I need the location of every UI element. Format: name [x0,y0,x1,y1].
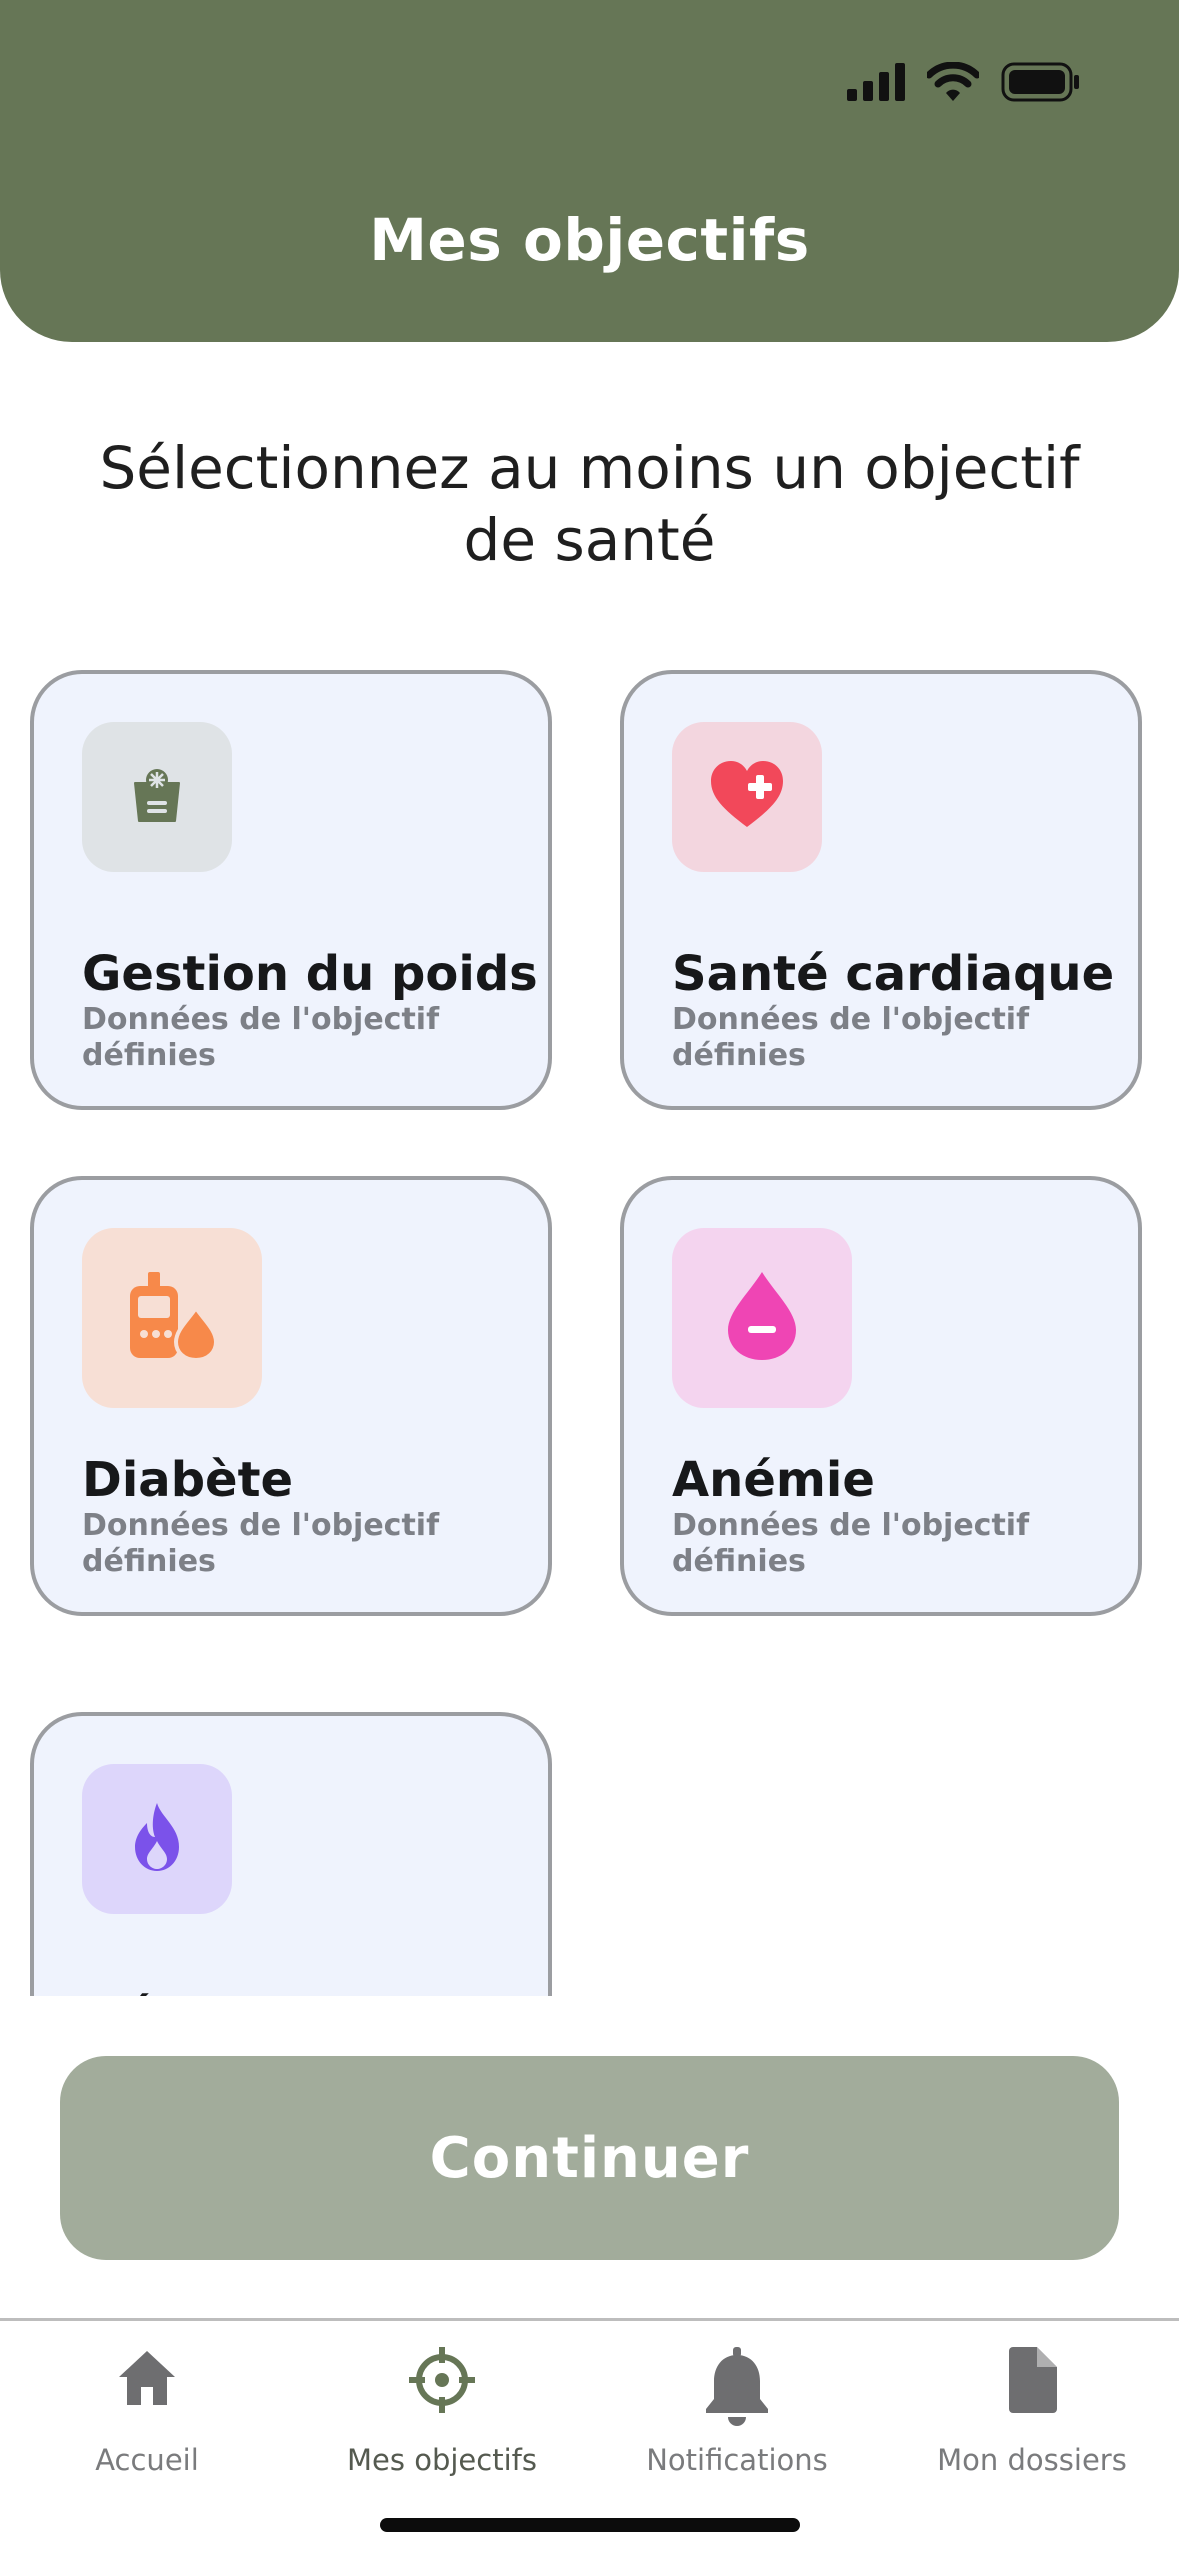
goal-icon-tile [82,1228,262,1408]
goal-card-weight[interactable]: Gestion du poids Données de l'objectif d… [30,670,552,1110]
header-bar: Mes objectifs [0,0,1179,342]
status-bar [847,61,1081,106]
goal-title: Diabète [82,1452,294,1508]
battery-icon [1001,62,1081,106]
goal-prompt: Sélectionnez au moins un objectif de san… [99,434,1080,574]
goal-icon-tile [82,722,232,872]
goal-icon-tile [672,1228,852,1408]
goal-card-anemia[interactable]: Anémie Données de l'objectif définies [620,1176,1142,1616]
nav-item-records[interactable]: Mon dossiers [885,2321,1179,2491]
nav-item-goals[interactable]: Mes objectifs [295,2321,589,2491]
goal-title: Anémie [672,1452,875,1508]
goal-subtitle: Données de l'objectif définies [82,1002,440,1073]
goal-icon-tile [82,1764,232,1914]
goal-title: Dépense [82,1988,317,1996]
signal-icon [847,63,905,105]
goals-list[interactable]: Gestion du poids Données de l'objectif d… [0,660,1179,1996]
goal-subtitle: Données de l'objectif définies [82,1508,440,1579]
bell-icon [590,2347,884,2427]
home-indicator [380,2518,800,2532]
home-icon [0,2347,294,2427]
page-title: Mes objectifs [369,206,810,274]
goal-card-heart[interactable]: Santé cardiaque Données de l'objectif dé… [620,670,1142,1110]
target-icon [295,2347,589,2427]
weight-scale-icon [125,763,189,831]
nav-item-home[interactable]: Accueil [0,2321,294,2491]
goal-subtitle: Données de l'objectif définies [672,1508,1030,1579]
continue-button[interactable]: Continuer [60,2056,1119,2260]
nav-label: Notifications [646,2443,828,2477]
goal-title: Santé cardiaque [672,946,1115,1002]
goal-card-diabetes[interactable]: Diabète Données de l'objectif définies [30,1176,552,1616]
nav-item-notifications[interactable]: Notifications [590,2321,884,2491]
heart-plus-icon [707,759,787,835]
goal-icon-tile [672,722,822,872]
document-icon [885,2347,1179,2427]
nav-label: Mon dossiers [937,2443,1127,2477]
nav-label: Accueil [95,2443,199,2477]
nav-label: Mes objectifs [347,2443,537,2477]
wifi-icon [925,61,981,106]
blood-drop-minus-icon [724,1268,800,1368]
flame-icon [127,1801,187,1877]
goal-card-expenditure[interactable]: Dépense [30,1712,552,1996]
goal-title: Gestion du poids [82,946,538,1002]
glucometer-icon [124,1268,220,1368]
goal-subtitle: Données de l'objectif définies [672,1002,1030,1073]
